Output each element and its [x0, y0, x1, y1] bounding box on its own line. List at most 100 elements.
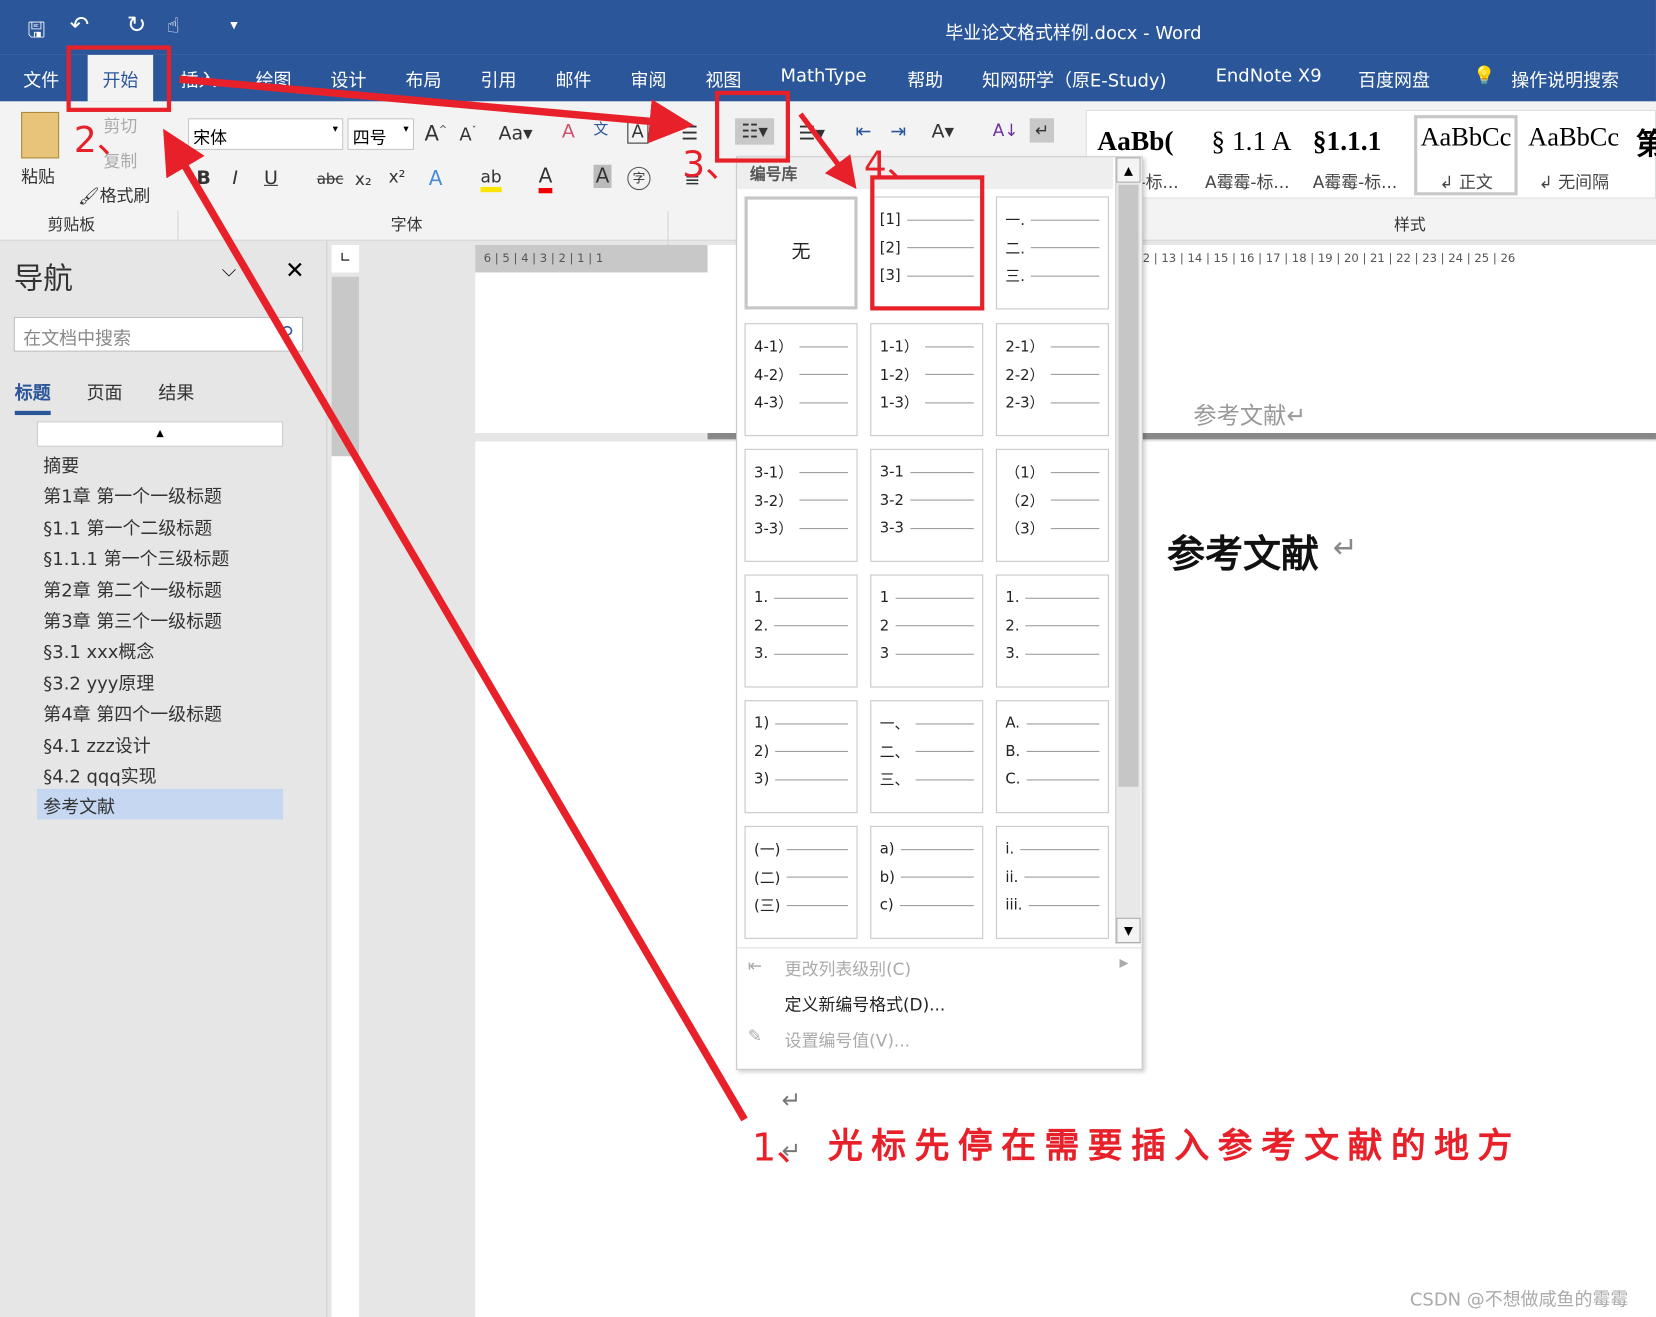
number-label: [2]: [879, 239, 901, 257]
tab-references[interactable]: 引用: [481, 65, 517, 92]
bold-icon[interactable]: B: [196, 167, 211, 189]
numbering-format-option[interactable]: (一) (二) (三): [744, 825, 858, 939]
char-shading-icon[interactable]: A: [593, 164, 612, 188]
menu-set-numbering-value[interactable]: 设置编号值(V)...: [785, 1027, 910, 1052]
numbering-format-option[interactable]: 1. 2. 3.: [995, 574, 1109, 688]
numbering-format-option[interactable]: 1) 2) 3): [744, 700, 858, 814]
undo-icon[interactable]: ↶: [70, 13, 89, 39]
redo-icon[interactable]: ↻: [127, 13, 146, 39]
style-preview[interactable]: § 1.1 A: [1211, 126, 1291, 158]
shrink-font-icon[interactable]: Aˇ: [459, 125, 476, 146]
multilevel-list-icon[interactable]: ☰▾: [798, 123, 825, 145]
tab-mathtype[interactable]: MathType: [780, 65, 866, 86]
menu-change-list-level[interactable]: 更改列表级别(C): [785, 955, 911, 980]
italic-icon[interactable]: I: [232, 167, 238, 189]
clipboard-paste-icon[interactable]: [21, 111, 60, 159]
nav-tab-headings[interactable]: 标题: [14, 378, 51, 416]
format-painter-button[interactable]: 🖌格式刷: [78, 182, 150, 207]
numbering-format-option[interactable]: 3-1） 3-2） 3-3）: [744, 448, 858, 562]
customize-toolbar-icon[interactable]: ▾: [230, 17, 237, 34]
style-preview[interactable]: AaBbCc: [1528, 124, 1623, 154]
style-preview[interactable]: §1.1.1: [1313, 126, 1382, 158]
numbering-format-option[interactable]: 无: [744, 196, 858, 310]
char-spacing-icon[interactable]: A▾: [931, 120, 954, 142]
close-icon[interactable]: ✕: [285, 258, 304, 284]
show-marks-icon[interactable]: ↵: [1029, 118, 1055, 143]
tab-insert[interactable]: 插入: [181, 65, 217, 92]
nav-heading-item[interactable]: §3.1 xxx概念: [37, 634, 283, 665]
numbering-format-option[interactable]: （1） （2） （3）: [995, 448, 1109, 562]
numbering-format-option[interactable]: a) b) c): [870, 825, 984, 939]
nav-heading-item[interactable]: §4.1 zzz设计: [37, 727, 283, 758]
grow-font-icon[interactable]: A^: [425, 120, 447, 145]
nav-heading-item[interactable]: §3.2 yyy原理: [37, 665, 283, 696]
scroll-down-arrow[interactable]: ▼: [1116, 917, 1141, 944]
subscript-icon[interactable]: x₂: [355, 169, 372, 189]
menu-define-new-format[interactable]: 定义新编号格式(D)...: [785, 991, 946, 1016]
tab-help[interactable]: 帮助: [907, 65, 943, 92]
underline-icon[interactable]: U: [264, 167, 278, 189]
scroll-up-button[interactable]: ▲: [36, 421, 284, 447]
strikethrough-icon[interactable]: abc: [317, 171, 344, 188]
font-name-select[interactable]: 宋体 ▾: [187, 118, 344, 150]
save-icon[interactable]: 🖫: [27, 15, 45, 51]
nav-heading-item[interactable]: §1.1 第一个二级标题: [37, 510, 283, 541]
style-preview[interactable]: 第: [1636, 121, 1656, 163]
change-case-icon[interactable]: Aa▾: [498, 123, 532, 145]
numbering-format-option[interactable]: 1-1） 1-2） 1-3）: [870, 323, 984, 437]
nav-heading-item[interactable]: 第4章 第四个一级标题: [37, 696, 283, 727]
tab-design[interactable]: 设计: [331, 65, 367, 92]
char-border-icon[interactable]: A: [627, 120, 649, 144]
numbering-format-option[interactable]: [1] [2] [3]: [870, 196, 984, 310]
nav-heading-item[interactable]: §4.2 qqq实现: [37, 758, 283, 789]
tell-me-search[interactable]: 操作说明搜索: [1511, 65, 1619, 92]
style-preview[interactable]: AaBb(: [1097, 126, 1173, 158]
tab-estudy[interactable]: 知网研学（原E-Study): [982, 65, 1166, 92]
numbering-format-option[interactable]: 1 2 3: [870, 574, 984, 688]
enclose-char-icon[interactable]: 字: [627, 166, 651, 191]
tab-endnote[interactable]: EndNote X9: [1216, 65, 1322, 86]
gallery-scrollbar[interactable]: ▲ ▼: [1115, 157, 1141, 945]
numbering-format-option[interactable]: A. B. C.: [995, 700, 1109, 814]
touch-mode-icon[interactable]: ☝: [167, 13, 180, 38]
nav-heading-item[interactable]: 参考文献: [36, 789, 284, 820]
number-label: 2.: [1005, 617, 1020, 635]
paste-button[interactable]: 粘贴: [21, 163, 55, 188]
nav-heading-item[interactable]: 第1章 第一个一级标题: [37, 479, 283, 510]
tab-draw[interactable]: 绘图: [256, 65, 292, 92]
superscript-icon[interactable]: x²: [389, 167, 406, 187]
numbering-format-option[interactable]: 一. 二. 三.: [995, 196, 1109, 310]
clear-format-icon[interactable]: A: [562, 120, 575, 142]
numbering-format-option[interactable]: 3-1 3-2 3-3: [870, 448, 984, 562]
tab-view[interactable]: 视图: [705, 65, 741, 92]
nav-search-input[interactable]: 在文档中搜索 ⚲: [13, 316, 304, 352]
font-color-icon[interactable]: A: [538, 165, 553, 194]
numbering-format-option[interactable]: 4-1） 4-2） 4-3）: [744, 323, 858, 437]
nav-heading-item[interactable]: 第3章 第三个一级标题: [37, 603, 283, 634]
tab-file[interactable]: 文件: [23, 65, 59, 92]
scroll-thumb[interactable]: [1118, 184, 1139, 787]
numbering-format-option[interactable]: i. ii. iii.: [995, 825, 1109, 939]
tab-home[interactable]: 开始: [87, 54, 154, 102]
numbering-format-option[interactable]: 一、 二、 三、: [870, 700, 984, 814]
chevron-down-icon[interactable]: ⌵: [222, 260, 236, 282]
tab-selector[interactable]: ∟: [331, 245, 360, 273]
nav-heading-item[interactable]: 摘要: [37, 448, 283, 479]
numbering-format-option[interactable]: 1. 2. 3.: [744, 574, 858, 688]
nav-tab-results[interactable]: 结果: [158, 378, 194, 404]
tab-mailings[interactable]: 邮件: [556, 65, 592, 92]
font-size-select[interactable]: 四号 ▾: [347, 118, 414, 150]
text-effects-icon[interactable]: A: [429, 167, 443, 190]
nav-heading-item[interactable]: §1.1.1 第一个三级标题: [37, 541, 283, 572]
sort-icon[interactable]: A↓: [993, 120, 1019, 140]
tab-baidu[interactable]: 百度网盘: [1358, 65, 1430, 92]
numbering-format-option[interactable]: 2-1） 2-2） 2-3）: [995, 323, 1109, 437]
phonetic-guide-icon[interactable]: 文: [594, 118, 609, 139]
scroll-up-arrow[interactable]: ▲: [1116, 157, 1141, 183]
search-icon[interactable]: ⚲: [280, 323, 293, 344]
nav-tab-pages[interactable]: 页面: [87, 378, 123, 404]
tab-layout[interactable]: 布局: [406, 65, 442, 92]
highlight-icon[interactable]: ab: [480, 167, 502, 193]
nav-heading-item[interactable]: 第2章 第二个一级标题: [37, 572, 283, 603]
tab-review[interactable]: 审阅: [630, 65, 666, 92]
